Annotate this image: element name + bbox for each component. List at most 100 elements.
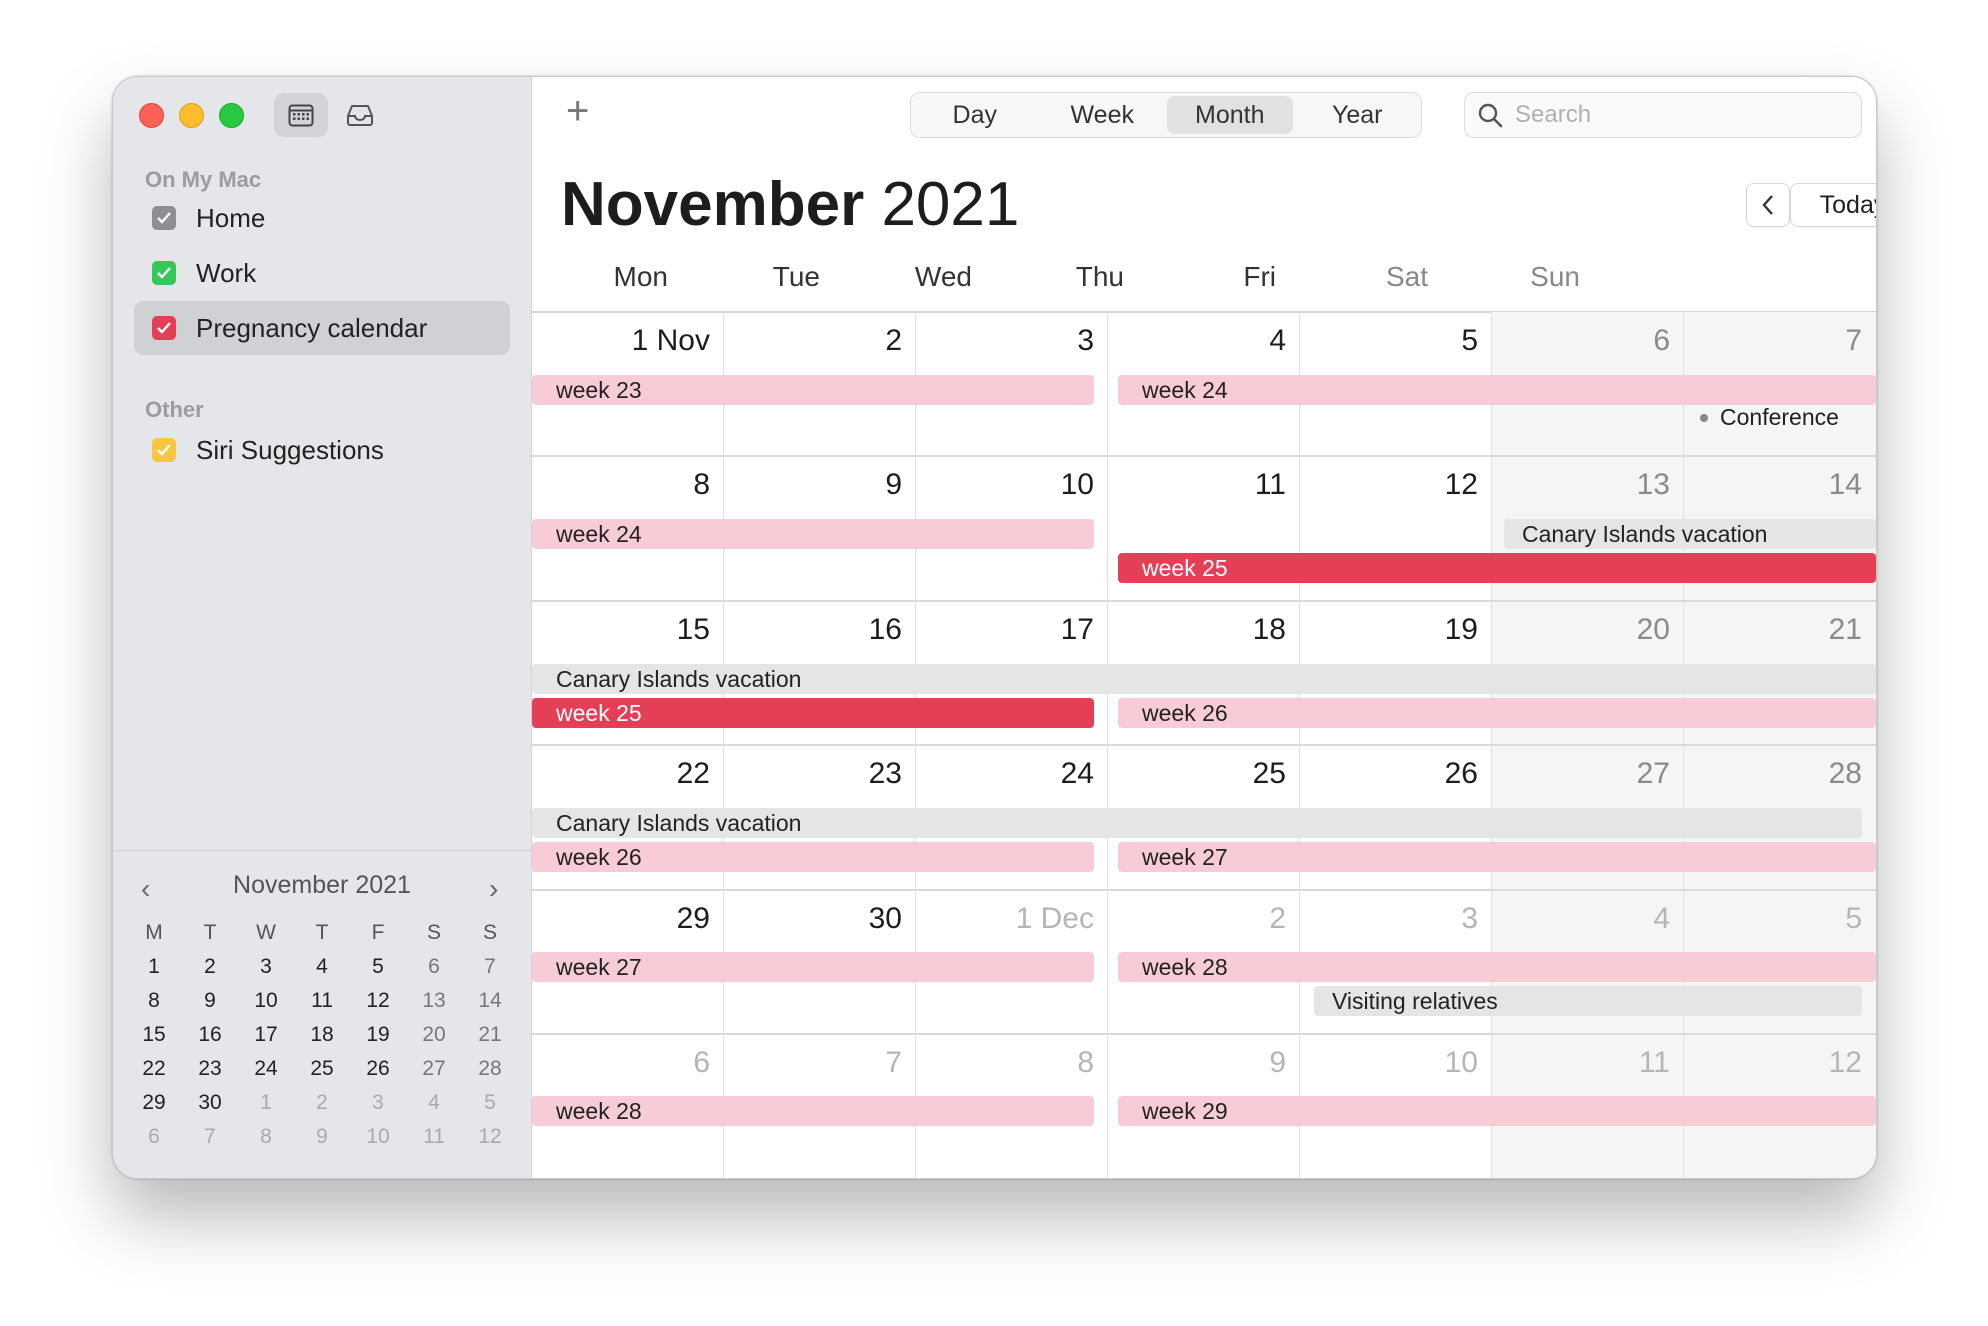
event-bar[interactable]: week 23 — [532, 375, 1094, 405]
view-month-button[interactable]: Month — [1167, 96, 1293, 134]
day-number[interactable]: 20 — [1530, 613, 1670, 647]
mini-day[interactable]: 23 — [182, 1057, 238, 1081]
day-number[interactable]: 9 — [1146, 1046, 1286, 1080]
event-bar[interactable]: week 26 — [532, 842, 1094, 872]
today-button[interactable]: Today — [1790, 183, 1876, 227]
mini-day[interactable]: 6 — [126, 1125, 182, 1149]
mini-day[interactable]: 2 — [294, 1091, 350, 1115]
day-number[interactable]: 7 — [1722, 324, 1862, 358]
day-number[interactable]: 17 — [954, 613, 1094, 647]
mini-day[interactable]: 19 — [350, 1023, 406, 1047]
day-number[interactable]: 3 — [954, 324, 1094, 358]
day-number[interactable]: 14 — [1722, 468, 1862, 502]
day-number[interactable]: 27 — [1530, 757, 1670, 791]
mini-day[interactable]: 22 — [126, 1057, 182, 1081]
day-number[interactable]: 10 — [1338, 1046, 1478, 1080]
day-number[interactable]: 21 — [1722, 613, 1862, 647]
day-number[interactable]: 24 — [954, 757, 1094, 791]
mini-day[interactable]: 13 — [406, 989, 462, 1013]
mini-day[interactable]: 7 — [182, 1125, 238, 1149]
day-number[interactable]: 29 — [570, 902, 710, 936]
day-number[interactable]: 8 — [954, 1046, 1094, 1080]
event-bar[interactable]: week 25 — [1118, 553, 1876, 583]
view-year-button[interactable]: Year — [1295, 96, 1421, 134]
day-number[interactable]: 8 — [570, 468, 710, 502]
mini-day[interactable]: 11 — [406, 1125, 462, 1149]
day-number[interactable]: 25 — [1146, 757, 1286, 791]
day-number[interactable]: 11 — [1146, 468, 1286, 502]
mini-day[interactable]: 10 — [350, 1125, 406, 1149]
day-number[interactable]: 7 — [762, 1046, 902, 1080]
calendar-item-siri-suggestions[interactable]: Siri Suggestions — [134, 423, 510, 477]
day-number[interactable]: 23 — [762, 757, 902, 791]
checkbox-icon[interactable] — [152, 438, 176, 462]
day-number[interactable]: 1 Nov — [570, 324, 710, 358]
mini-day[interactable]: 17 — [238, 1023, 294, 1047]
mini-day[interactable]: 1 — [126, 955, 182, 979]
day-number[interactable]: 26 — [1338, 757, 1478, 791]
event-bar[interactable]: Canary Islands vacation — [1504, 519, 1876, 549]
event-bar[interactable]: week 29 — [1118, 1096, 1876, 1126]
mini-day[interactable]: 8 — [238, 1125, 294, 1149]
mini-day[interactable]: 2 — [182, 955, 238, 979]
mini-next-month-button[interactable]: › — [489, 873, 498, 905]
day-number[interactable]: 18 — [1146, 613, 1286, 647]
add-event-button[interactable]: + — [566, 89, 589, 134]
day-number[interactable]: 4 — [1530, 902, 1670, 936]
event-bar[interactable]: Canary Islands vacation — [532, 664, 1876, 694]
day-number[interactable]: 22 — [570, 757, 710, 791]
day-number[interactable]: 6 — [570, 1046, 710, 1080]
day-number[interactable]: 5 — [1338, 324, 1478, 358]
mini-day[interactable]: 8 — [126, 989, 182, 1013]
checkbox-icon[interactable] — [152, 261, 176, 285]
day-number[interactable]: 13 — [1530, 468, 1670, 502]
event-bar[interactable]: Visiting relatives — [1314, 986, 1862, 1016]
mini-day[interactable]: 26 — [350, 1057, 406, 1081]
mini-day[interactable]: 20 — [406, 1023, 462, 1047]
close-window-button[interactable] — [139, 103, 164, 128]
mini-day[interactable]: 11 — [294, 989, 350, 1013]
day-number[interactable]: 12 — [1338, 468, 1478, 502]
mini-day[interactable]: 9 — [182, 989, 238, 1013]
mini-day[interactable]: 21 — [462, 1023, 518, 1047]
day-number[interactable]: 2 — [1146, 902, 1286, 936]
event-bar[interactable]: Canary Islands vacation — [532, 808, 1862, 838]
day-number[interactable]: 5 — [1722, 902, 1862, 936]
day-number[interactable]: 9 — [762, 468, 902, 502]
mini-day[interactable]: 25 — [294, 1057, 350, 1081]
event-bar[interactable]: week 24 — [1118, 375, 1876, 405]
mini-day[interactable]: 16 — [182, 1023, 238, 1047]
view-week-button[interactable]: Week — [1040, 96, 1166, 134]
mini-day[interactable]: 18 — [294, 1023, 350, 1047]
search-field[interactable] — [1464, 92, 1862, 138]
mini-day[interactable]: 5 — [350, 955, 406, 979]
day-number[interactable]: 10 — [954, 468, 1094, 502]
mini-day[interactable]: 15 — [126, 1023, 182, 1047]
day-number[interactable]: 6 — [1530, 324, 1670, 358]
day-number[interactable]: 19 — [1338, 613, 1478, 647]
event-item[interactable]: Conference — [1700, 404, 1839, 431]
mini-day[interactable]: 29 — [126, 1091, 182, 1115]
inbox-button[interactable] — [333, 93, 387, 137]
minimize-window-button[interactable] — [179, 103, 204, 128]
event-bar[interactable]: week 28 — [1118, 952, 1876, 982]
mini-day[interactable]: 4 — [294, 955, 350, 979]
mini-day[interactable]: 24 — [238, 1057, 294, 1081]
day-number[interactable]: 28 — [1722, 757, 1862, 791]
day-number[interactable]: 30 — [762, 902, 902, 936]
event-bar[interactable]: week 26 — [1118, 698, 1876, 728]
calendar-item-home[interactable]: Home — [134, 191, 510, 245]
mini-day[interactable]: 28 — [462, 1057, 518, 1081]
day-number[interactable]: 15 — [570, 613, 710, 647]
mini-day[interactable]: 5 — [462, 1091, 518, 1115]
day-number[interactable]: 1 Dec — [954, 902, 1094, 936]
event-bar[interactable]: week 27 — [532, 952, 1094, 982]
mini-day[interactable]: 12 — [462, 1125, 518, 1149]
mini-day[interactable]: 12 — [350, 989, 406, 1013]
mini-day[interactable]: 30 — [182, 1091, 238, 1115]
mini-day[interactable]: 14 — [462, 989, 518, 1013]
view-day-button[interactable]: Day — [912, 96, 1038, 134]
mini-day[interactable]: 4 — [406, 1091, 462, 1115]
mini-day[interactable]: 9 — [294, 1125, 350, 1149]
mini-day[interactable]: 27 — [406, 1057, 462, 1081]
